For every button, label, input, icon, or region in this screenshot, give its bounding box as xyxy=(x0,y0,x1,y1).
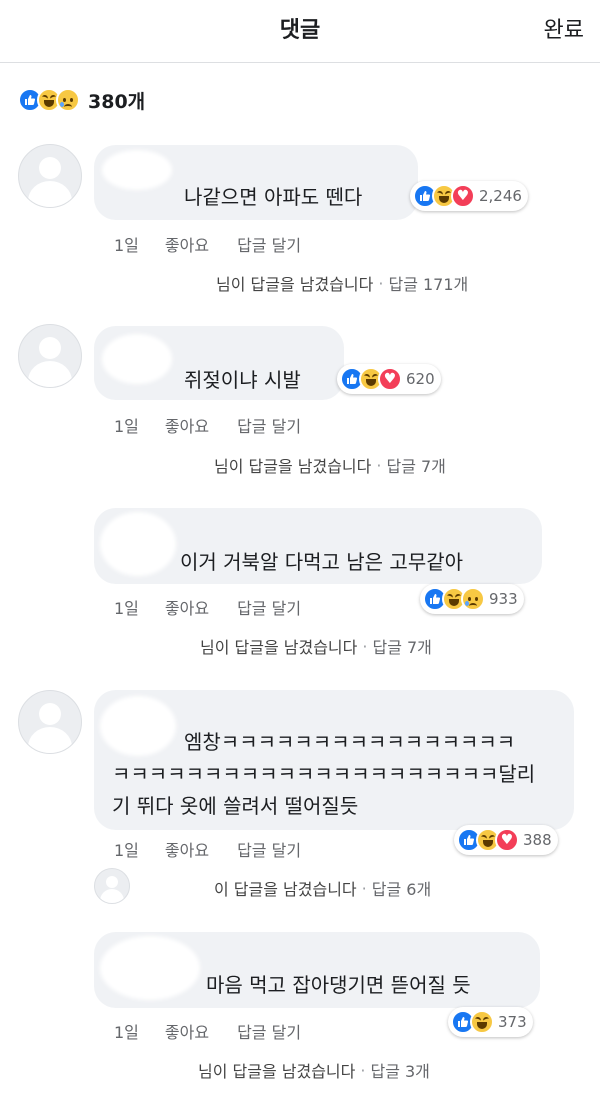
reply-button[interactable]: 답글 달기 xyxy=(237,1019,301,1043)
love-icon xyxy=(495,828,519,852)
separator-dot: · xyxy=(360,1060,366,1080)
reaction-badge[interactable]: 2,246 xyxy=(410,181,528,211)
reply-button[interactable]: 답글 달기 xyxy=(237,837,301,861)
comment-text-line: 엠창ㅋㅋㅋㅋㅋㅋㅋㅋㅋㅋㅋㅋㅋㅋㅋㅋ xyxy=(184,730,516,754)
reply-button[interactable]: 답글 달기 xyxy=(237,232,301,256)
avatar[interactable] xyxy=(18,144,82,208)
reaction-total[interactable]: 380개 xyxy=(88,87,145,114)
reaction-badge[interactable]: 388 xyxy=(454,825,558,855)
comment-actions: 1일 좋아요 답글 달기 xyxy=(114,595,329,619)
page-title: 댓글 xyxy=(279,18,321,43)
love-icon xyxy=(451,184,475,208)
reply-summary[interactable]: 님이 답글을 남겼습니다 · 답글 171개 xyxy=(116,271,468,295)
separator-dot: · xyxy=(378,273,384,293)
reaction-badge[interactable]: 933 xyxy=(420,584,524,614)
separator-dot: · xyxy=(376,455,382,475)
comment-time: 1일 xyxy=(114,599,139,618)
like-button[interactable]: 좋아요 xyxy=(165,232,209,256)
comment-time: 1일 xyxy=(114,417,139,436)
like-button[interactable]: 좋아요 xyxy=(165,837,209,861)
reply-button[interactable]: 답글 달기 xyxy=(237,595,301,619)
redacted-name xyxy=(100,696,176,756)
sad-icon xyxy=(56,88,80,112)
comment-text: 쥐젖이냐 시발 xyxy=(184,368,301,392)
reply-summary[interactable]: 님이 답글을 남겼습니다 · 답글 7개 xyxy=(116,453,446,477)
comment-actions: 1일 좋아요 답글 달기 xyxy=(114,1019,329,1043)
separator-dot: · xyxy=(361,878,367,898)
comment-actions: 1일 좋아요 답글 달기 xyxy=(114,413,329,437)
reply-summary[interactable]: 님이 답글을 남겼습니다 · 답글 3개 xyxy=(116,1058,430,1082)
reply-text: 님이 답글을 남겼습니다 xyxy=(216,275,374,294)
reply-text: 님이 답글을 남겼습니다 xyxy=(214,457,372,476)
reply-count[interactable]: 답글 7개 xyxy=(372,634,431,658)
sad-icon xyxy=(461,587,485,611)
like-button[interactable]: 좋아요 xyxy=(165,1019,209,1043)
love-icon xyxy=(378,367,402,391)
reply-count[interactable]: 답글 171개 xyxy=(388,271,468,295)
reaction-count: 373 xyxy=(498,1013,527,1031)
reaction-badge[interactable]: 620 xyxy=(337,364,441,394)
like-button[interactable]: 좋아요 xyxy=(165,413,209,437)
reply-text: 이 답글을 남겼습니다 xyxy=(214,880,357,899)
comment-text-line: ㅋㅋㅋㅋㅋㅋㅋㅋㅋㅋㅋㅋㅋㅋㅋㅋㅋㅋㅋㅋㅋ달리 xyxy=(112,762,536,786)
redacted-name xyxy=(102,150,172,190)
comment-time: 1일 xyxy=(114,1023,139,1042)
reply-count[interactable]: 답글 3개 xyxy=(370,1058,429,1082)
comment-text-line: 기 뛰다 옷에 쓸려서 떨어질듯 xyxy=(112,794,359,818)
avatar[interactable] xyxy=(18,324,82,388)
comment-text: 나같으면 아파도 뗀다 xyxy=(184,185,363,209)
reaction-badge[interactable]: 373 xyxy=(448,1007,533,1037)
redacted-name xyxy=(100,512,176,576)
comment-actions: 1일 좋아요 답글 달기 xyxy=(114,232,329,256)
reaction-summary[interactable]: 380개 xyxy=(18,86,145,114)
reaction-count: 2,246 xyxy=(479,187,522,205)
comment-time: 1일 xyxy=(114,841,139,860)
comment-text: 이거 거북알 다먹고 남은 고무같아 xyxy=(180,550,464,574)
redacted-name xyxy=(102,334,172,384)
reply-text: 님이 답글을 남겼습니다 xyxy=(198,1062,356,1081)
reply-summary[interactable]: 님이 답글을 남겼습니다 · 답글 7개 xyxy=(116,634,432,658)
comment-text: 마음 먹고 잡아댕기면 뜯어질 듯 xyxy=(206,973,471,997)
reply-count[interactable]: 답글 6개 xyxy=(372,876,431,900)
like-button[interactable]: 좋아요 xyxy=(165,595,209,619)
comment-actions: 1일 좋아요 답글 달기 xyxy=(114,837,329,861)
done-button[interactable]: 완료 xyxy=(544,12,584,44)
reply-text: 님이 답글을 남겼습니다 xyxy=(200,638,358,657)
reaction-count: 933 xyxy=(489,590,518,608)
header-bar: 댓글 완료 xyxy=(0,0,600,63)
reaction-count: 388 xyxy=(523,831,552,849)
separator-dot: · xyxy=(362,636,368,656)
reply-count[interactable]: 답글 7개 xyxy=(386,453,445,477)
reply-button[interactable]: 답글 달기 xyxy=(237,413,301,437)
reply-summary[interactable]: 이 답글을 남겼습니다 · 답글 6개 xyxy=(116,876,431,900)
avatar[interactable] xyxy=(18,690,82,754)
comment-time: 1일 xyxy=(114,236,139,255)
haha-icon xyxy=(470,1010,494,1034)
redacted-name xyxy=(100,936,200,1000)
reaction-count: 620 xyxy=(406,370,435,388)
